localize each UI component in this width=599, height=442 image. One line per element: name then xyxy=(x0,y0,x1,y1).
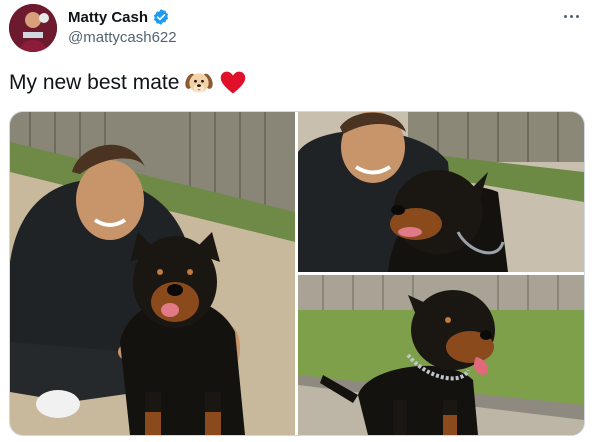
tweet-text: My new best mate xyxy=(9,71,180,94)
author-display-name[interactable]: Matty Cash xyxy=(68,9,148,26)
verified-badge-icon xyxy=(153,9,169,25)
author-handle[interactable]: @mattycash622 xyxy=(68,29,177,46)
photo-rottweiler-on-grass[interactable] xyxy=(298,275,584,435)
author-avatar[interactable] xyxy=(9,4,57,52)
author-name-row: Matty Cash xyxy=(68,8,170,26)
more-options-icon[interactable] xyxy=(559,6,583,26)
photo-man-with-rottweiler[interactable] xyxy=(10,112,295,435)
red-heart-emoji xyxy=(221,71,246,94)
media-grid xyxy=(9,111,585,436)
photo-man-smiling-at-dog[interactable] xyxy=(298,112,584,272)
tweet-text-row: My new best mate xyxy=(9,69,247,97)
tweet-header: Matty Cash @mattycash622 xyxy=(0,0,599,60)
dog-face-emoji xyxy=(185,73,214,93)
